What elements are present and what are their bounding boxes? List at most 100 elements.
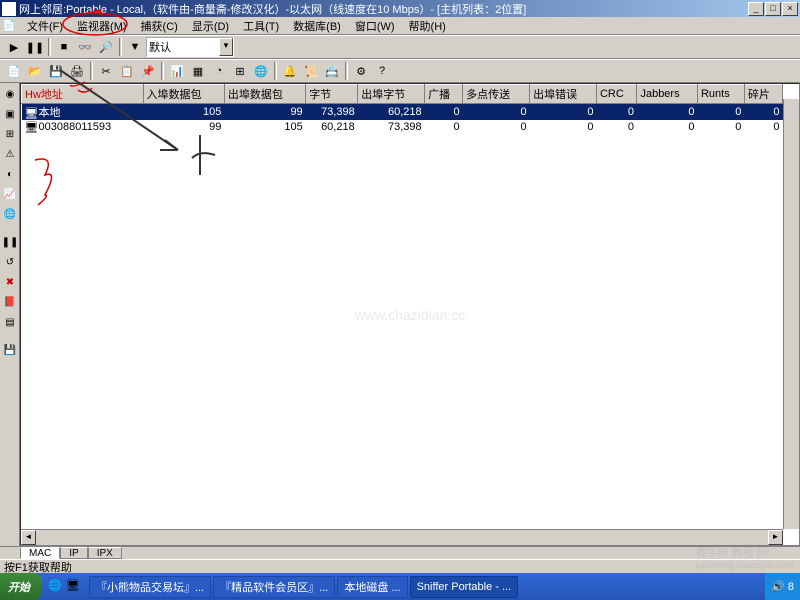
row-label: 🖥003088011593: [22, 120, 144, 134]
tab-mac[interactable]: MAC: [20, 547, 60, 559]
menu-display[interactable]: 显示(D): [185, 17, 236, 35]
column-header[interactable]: 字节: [306, 85, 358, 104]
column-header[interactable]: 碎片: [744, 85, 782, 104]
ql-ie-icon[interactable]: 🌐: [48, 579, 64, 595]
tool-alarm-icon[interactable]: 🔔: [280, 61, 300, 81]
tray-icon[interactable]: 🔊: [771, 580, 785, 593]
tool-cut-icon[interactable]: ✂: [96, 61, 116, 81]
task-item-1[interactable]: 『小熊物品交易坛』...: [89, 576, 211, 598]
column-header[interactable]: 出埠错误: [530, 85, 597, 104]
host-table: Hw地址入埠数据包出埠数据包字节出埠字节广播多点传送出埠错误CRCJabbers…: [21, 84, 783, 134]
column-header[interactable]: 出埠字节: [358, 85, 425, 104]
menu-window[interactable]: 窗口(W): [348, 17, 402, 35]
cell: 105: [143, 104, 224, 121]
cell: 0: [530, 104, 597, 121]
menu-tools[interactable]: 工具(T): [236, 17, 286, 35]
tool-options-icon[interactable]: ⚙: [351, 61, 371, 81]
tool-matrix-icon[interactable]: ⊞: [230, 61, 250, 81]
title-bar: 网上邻居:Portable - Local,（软件由-商量斋-修改汉化）-以太网…: [0, 0, 800, 17]
tool-open-icon[interactable]: 📂: [25, 61, 45, 81]
horizontal-scrollbar[interactable]: ◄ ►: [21, 529, 783, 545]
start-label: 开始: [8, 579, 30, 595]
column-header[interactable]: CRC: [596, 85, 636, 104]
scroll-left-icon[interactable]: ◄: [21, 530, 36, 545]
menu-database[interactable]: 数据库(B): [286, 17, 348, 35]
profile-input[interactable]: [147, 38, 219, 56]
pause-button[interactable]: ❚❚: [25, 37, 45, 57]
menu-help[interactable]: 帮助(H): [402, 17, 453, 35]
tool-paste-icon[interactable]: 📌: [138, 61, 158, 81]
menubar-icon: 📄: [2, 19, 16, 33]
tool-new-icon[interactable]: 📄: [4, 61, 24, 81]
side-hosts-icon[interactable]: ▣: [1, 105, 19, 123]
side-export-icon[interactable]: 💾: [1, 341, 19, 359]
tool-grid-icon[interactable]: ▦: [188, 61, 208, 81]
side-reset-icon[interactable]: ↺: [1, 253, 19, 271]
find-next-icon[interactable]: 🔎: [96, 37, 116, 57]
quick-launch: 🌐 🖥: [42, 579, 88, 595]
cell: 0: [530, 120, 597, 134]
side-alarm-icon[interactable]: ⚠: [1, 145, 19, 163]
task-item-3[interactable]: 本地磁盘 ...: [337, 576, 407, 598]
side-history-icon[interactable]: 📈: [1, 185, 19, 203]
table-row[interactable]: 🖥本地1059973,39860,2180000000: [22, 104, 783, 121]
toolbar-main: ▶ ❚❚ ■ 👓 🔎 ▼ ▼: [0, 35, 800, 59]
side-columns-icon[interactable]: ▤: [1, 313, 19, 331]
tab-ip[interactable]: IP: [60, 547, 87, 559]
column-header[interactable]: 出埠数据包: [224, 85, 305, 104]
app-icon: [2, 2, 16, 16]
side-delete-icon[interactable]: ✖: [1, 273, 19, 291]
side-pause-icon[interactable]: ❚❚: [1, 233, 19, 251]
cell: 60,218: [306, 120, 358, 134]
side-book-icon[interactable]: 📕: [1, 293, 19, 311]
task-item-2[interactable]: 『精品软件会员区』...: [213, 576, 335, 598]
side-global-icon[interactable]: 🌐: [1, 205, 19, 223]
close-button[interactable]: ×: [782, 2, 798, 16]
cell: 0: [697, 104, 744, 121]
column-header[interactable]: 入埠数据包: [143, 85, 224, 104]
table-row[interactable]: 🖥0030880115939910560,21873,3980000000: [22, 120, 783, 134]
nic-icon: 🖥: [25, 121, 37, 133]
play-button[interactable]: ▶: [4, 37, 24, 57]
filter-icon[interactable]: ▼: [125, 37, 145, 57]
side-dashboard-icon[interactable]: ◉: [1, 85, 19, 103]
menu-capture[interactable]: 捕获(C): [134, 17, 185, 35]
side-matrix-icon[interactable]: ⊞: [1, 125, 19, 143]
vertical-scrollbar[interactable]: [783, 99, 799, 529]
stop-button[interactable]: ■: [54, 37, 74, 57]
side-protocol-icon[interactable]: ◐: [1, 165, 19, 183]
dropdown-arrow-icon[interactable]: ▼: [219, 38, 233, 56]
title-text: 网上邻居:Portable - Local,（软件由-商量斋-修改汉化）-以太网…: [19, 1, 748, 17]
tool-copy-icon[interactable]: 📋: [117, 61, 137, 81]
tool-save-icon[interactable]: 💾: [46, 61, 66, 81]
scroll-right-icon[interactable]: ►: [768, 530, 783, 545]
cell: 0: [425, 104, 463, 121]
minimize-button[interactable]: _: [748, 2, 764, 16]
maximize-button[interactable]: □: [765, 2, 781, 16]
column-header[interactable]: 广播: [425, 85, 463, 104]
tool-address-icon[interactable]: 📇: [322, 61, 342, 81]
cell: 0: [596, 120, 636, 134]
tool-print-icon[interactable]: 🖨: [67, 61, 87, 81]
profile-dropdown[interactable]: ▼: [146, 37, 234, 57]
ql-desktop-icon[interactable]: 🖥: [66, 579, 82, 595]
system-tray[interactable]: 🔊 8: [765, 573, 800, 600]
binoculars-icon[interactable]: 👓: [75, 37, 95, 57]
menu-monitor[interactable]: 监视器(M): [70, 17, 134, 35]
tool-pie-icon[interactable]: ◔: [209, 61, 229, 81]
start-button[interactable]: 开始: [0, 573, 42, 600]
tool-history-icon[interactable]: 📜: [301, 61, 321, 81]
tool-chart-icon[interactable]: 📊: [167, 61, 187, 81]
menu-file[interactable]: 文件(F): [20, 17, 70, 35]
cell: 0: [596, 104, 636, 121]
column-header[interactable]: Hw地址: [22, 85, 144, 104]
column-header[interactable]: 多点传送: [463, 85, 530, 104]
sidebar: ◉ ▣ ⊞ ⚠ ◐ 📈 🌐 ❚❚ ↺ ✖ 📕 ▤ 💾: [0, 83, 20, 546]
tool-globe-icon[interactable]: 🌐: [251, 61, 271, 81]
toolbar-secondary: 📄 📂 💾 🖨 ✂ 📋 📌 📊 ▦ ◔ ⊞ 🌐 🔔 📜 📇 ⚙ ?: [0, 59, 800, 83]
task-item-4[interactable]: Sniffer Portable - ...: [410, 576, 519, 598]
column-header[interactable]: Jabbers: [637, 85, 698, 104]
column-header[interactable]: Runts: [697, 85, 744, 104]
tool-help-icon[interactable]: ?: [372, 61, 392, 81]
tab-ipx[interactable]: IPX: [88, 547, 122, 559]
